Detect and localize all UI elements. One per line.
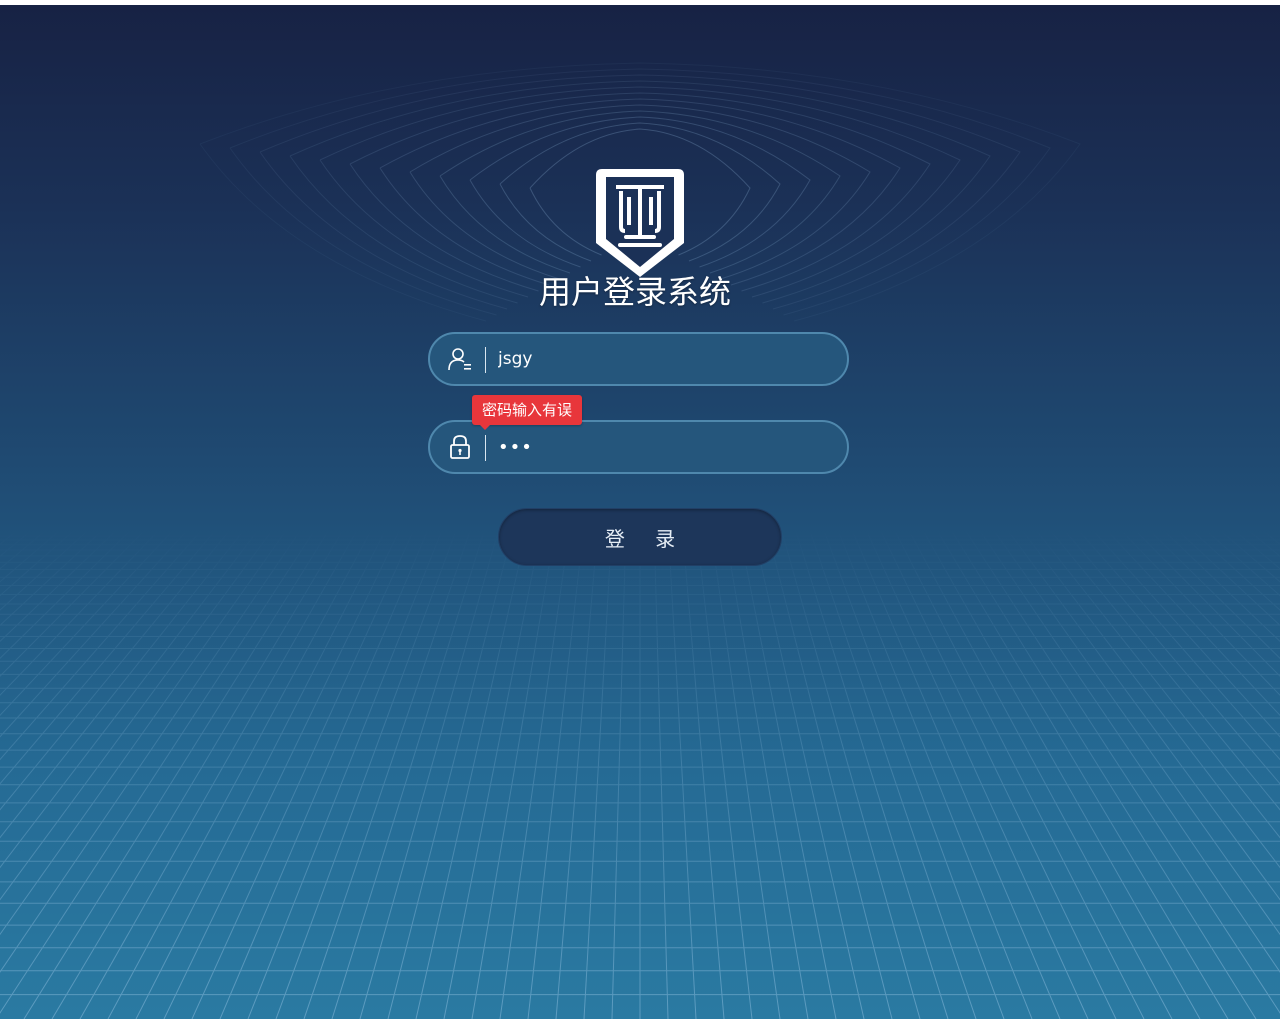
lock-icon [450,435,470,459]
grid-line [219,524,431,1019]
grid-line [877,524,1117,1019]
grid-line [0,524,263,869]
grid-line [1129,524,1280,677]
grid-line [1185,524,1280,611]
grid-line [359,524,501,1019]
grid-line [695,524,753,1019]
grid-line [0,524,249,839]
password-input[interactable] [498,432,828,462]
grid-line [0,524,95,611]
grid-line [0,524,305,973]
grid-line [275,524,459,1019]
grid-line [51,524,347,1019]
grid-line [807,524,977,1019]
grid-line [163,524,403,1019]
grid-line [1031,524,1280,839]
grid-line [989,524,1280,936]
grid-line [0,524,165,696]
grid-line [737,524,837,1019]
username-field[interactable] [428,332,849,386]
grid-line [947,524,1257,1019]
grid-line [303,524,473,1019]
grid-line [527,524,585,1019]
grid-line [107,524,375,1019]
grid-line [765,524,893,1019]
grid-line [499,524,571,1019]
grid-line [443,524,543,1019]
grid-line [849,524,1061,1019]
grid-line [681,524,725,1019]
grid-line [135,524,389,1019]
grid-line [1017,524,1280,869]
grid-line [751,524,865,1019]
page-title: 用户登录系统 [538,273,731,311]
grid-line [471,524,557,1019]
grid-line [23,524,333,1019]
password-error-tooltip: 密码输入有误 [472,395,583,430]
grid-line [0,524,151,677]
grid-line [415,524,529,1019]
login-button[interactable]: 登 录 [498,508,782,566]
grid-line [611,524,627,1019]
grid-line [905,524,1173,1019]
grid-line [835,524,1033,1019]
login-page: 用户登录系统 密码输入有误 登 录 [0,5,1280,1019]
grid-line [555,524,599,1019]
grid-line [0,524,291,936]
grid-line [0,524,109,626]
grid-line [821,524,1005,1019]
grid-line [891,524,1145,1019]
grid-line [863,524,1089,1019]
user-icon [448,348,471,371]
scales-shield-logo [596,169,684,277]
grid-line [1115,524,1280,696]
grid-line [933,524,1229,1019]
grid-line [975,524,1280,973]
username-input[interactable] [498,344,828,374]
grid-line [1003,524,1280,901]
grid-line [79,524,361,1019]
grid-line [331,524,487,1019]
field-separator [485,435,486,461]
grid-line [247,524,445,1019]
grid-line [0,524,179,717]
grid-line [1269,524,1280,534]
password-field[interactable] [428,420,849,474]
grid-line [779,524,921,1019]
grid-line [583,524,613,1019]
field-separator [485,347,486,373]
grid-line [1171,524,1280,626]
grid-line [387,524,515,1019]
grid-line [723,524,809,1019]
grid-line [0,524,11,534]
grid-line [0,524,221,785]
grid-line [1059,524,1280,785]
grid-line [1101,524,1280,717]
grid-line [191,524,417,1019]
grid-line [653,524,669,1019]
grid-line [0,524,277,901]
grid-line [667,524,697,1019]
grid-line [793,524,949,1019]
grid-line [919,524,1201,1019]
grid-line [0,524,319,1014]
grid-line [709,524,781,1019]
grid-line [961,524,1280,1014]
